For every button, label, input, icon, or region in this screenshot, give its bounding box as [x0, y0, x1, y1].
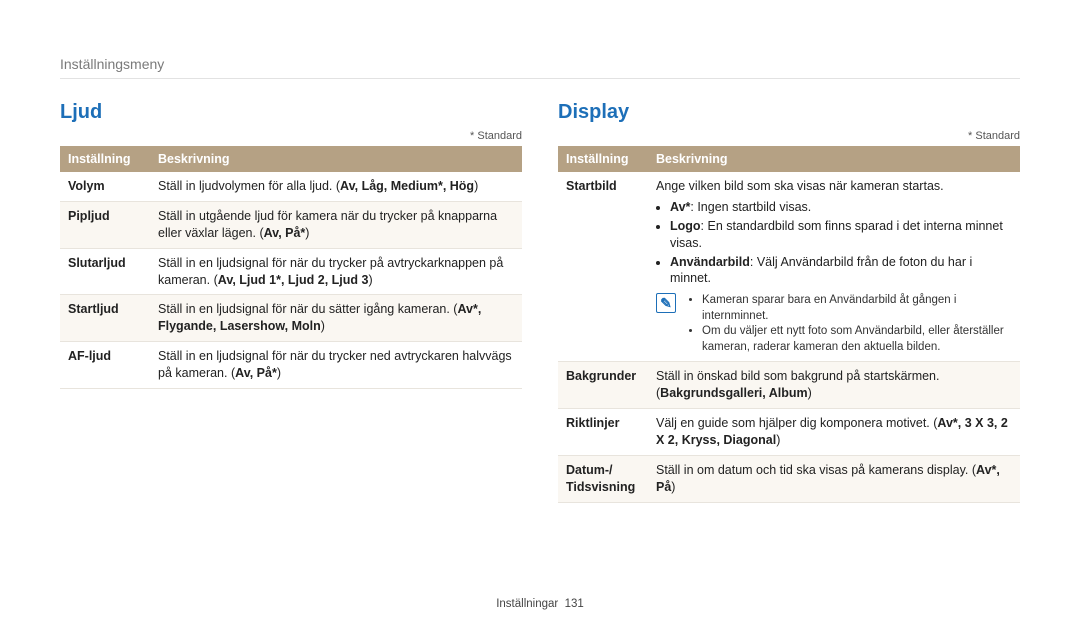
setting-desc: Välj en guide som hjälper dig komponera … [648, 409, 1020, 456]
setting-name: Datum-/ Tidsvisning [558, 455, 648, 502]
page-footer: Inställningar 131 [0, 598, 1080, 610]
display-th-setting: Inställning [558, 146, 648, 172]
setting-desc: Ställ in utgående ljud för kamera när du… [150, 201, 522, 248]
setting-desc: Ställ in ljudvolymen för alla ljud. (Av,… [150, 172, 522, 201]
startbild-notebox: ✎ Kameran sparar bara en Användarbild åt… [656, 293, 1012, 355]
setting-name: Startbild [558, 172, 648, 362]
setting-name: Volym [60, 172, 150, 201]
setting-name: AF-ljud [60, 342, 150, 389]
list-item: Om du väljer ett nytt foto som Användarb… [702, 324, 1012, 355]
footer-section: Inställningar [496, 598, 558, 610]
table-row: Riktlinjer Välj en guide som hjälper dig… [558, 409, 1020, 456]
display-title: Display [558, 101, 1020, 124]
footer-page: 131 [565, 598, 584, 610]
display-footnote: * Standard [558, 130, 1020, 142]
setting-desc: Ställ in om datum och tid ska visas på k… [648, 455, 1020, 502]
list-item: Kameran sparar bara en Användarbild åt g… [702, 293, 1012, 324]
setting-name: Bakgrunder [558, 362, 648, 409]
setting-name: Pipljud [60, 201, 150, 248]
setting-name: Riktlinjer [558, 409, 648, 456]
startbild-intro: Ange vilken bild som ska visas när kamer… [656, 179, 944, 193]
ljud-th-setting: Inställning [60, 146, 150, 172]
note-icon: ✎ [656, 293, 676, 313]
display-section: Display * Standard Inställning Beskrivni… [558, 101, 1020, 503]
table-row: Bakgrunder Ställ in önskad bild som bakg… [558, 362, 1020, 409]
display-th-desc: Beskrivning [648, 146, 1020, 172]
setting-desc: Ställ in en ljudsignal för när du trycke… [150, 342, 522, 389]
list-item: Användarbild: Välj Användarbild från de … [670, 254, 1012, 288]
table-row: AF-ljud Ställ in en ljudsignal för när d… [60, 342, 522, 389]
table-row: Datum-/ Tidsvisning Ställ in om datum oc… [558, 455, 1020, 502]
startbild-bullets: Av*: Ingen startbild visas. Logo: En sta… [656, 199, 1012, 287]
display-table: Inställning Beskrivning Startbild Ange v… [558, 146, 1020, 503]
table-row: Startljud Ställ in en ljudsignal för när… [60, 295, 522, 342]
ljud-th-desc: Beskrivning [150, 146, 522, 172]
list-item: Logo: En standardbild som finns sparad i… [670, 218, 1012, 252]
setting-desc: Ställ in önskad bild som bakgrund på sta… [648, 362, 1020, 409]
setting-desc: Ange vilken bild som ska visas när kamer… [648, 172, 1020, 362]
startbild-notes: Kameran sparar bara en Användarbild åt g… [684, 293, 1012, 355]
ljud-footnote: * Standard [60, 130, 522, 142]
breadcrumb: Inställningsmeny [60, 56, 1020, 79]
table-row: Pipljud Ställ in utgående ljud för kamer… [60, 201, 522, 248]
ljud-title: Ljud [60, 101, 522, 124]
ljud-table: Inställning Beskrivning Volym Ställ in l… [60, 146, 522, 389]
list-item: Av*: Ingen startbild visas. [670, 199, 1012, 216]
setting-name: Startljud [60, 295, 150, 342]
table-row: Volym Ställ in ljudvolymen för alla ljud… [60, 172, 522, 201]
table-row: Startbild Ange vilken bild som ska visas… [558, 172, 1020, 362]
setting-name: Slutarljud [60, 248, 150, 295]
ljud-section: Ljud * Standard Inställning Beskrivning … [60, 101, 522, 503]
table-row: Slutarljud Ställ in en ljudsignal för nä… [60, 248, 522, 295]
setting-desc: Ställ in en ljudsignal för när du sätter… [150, 295, 522, 342]
setting-desc: Ställ in en ljudsignal för när du trycke… [150, 248, 522, 295]
